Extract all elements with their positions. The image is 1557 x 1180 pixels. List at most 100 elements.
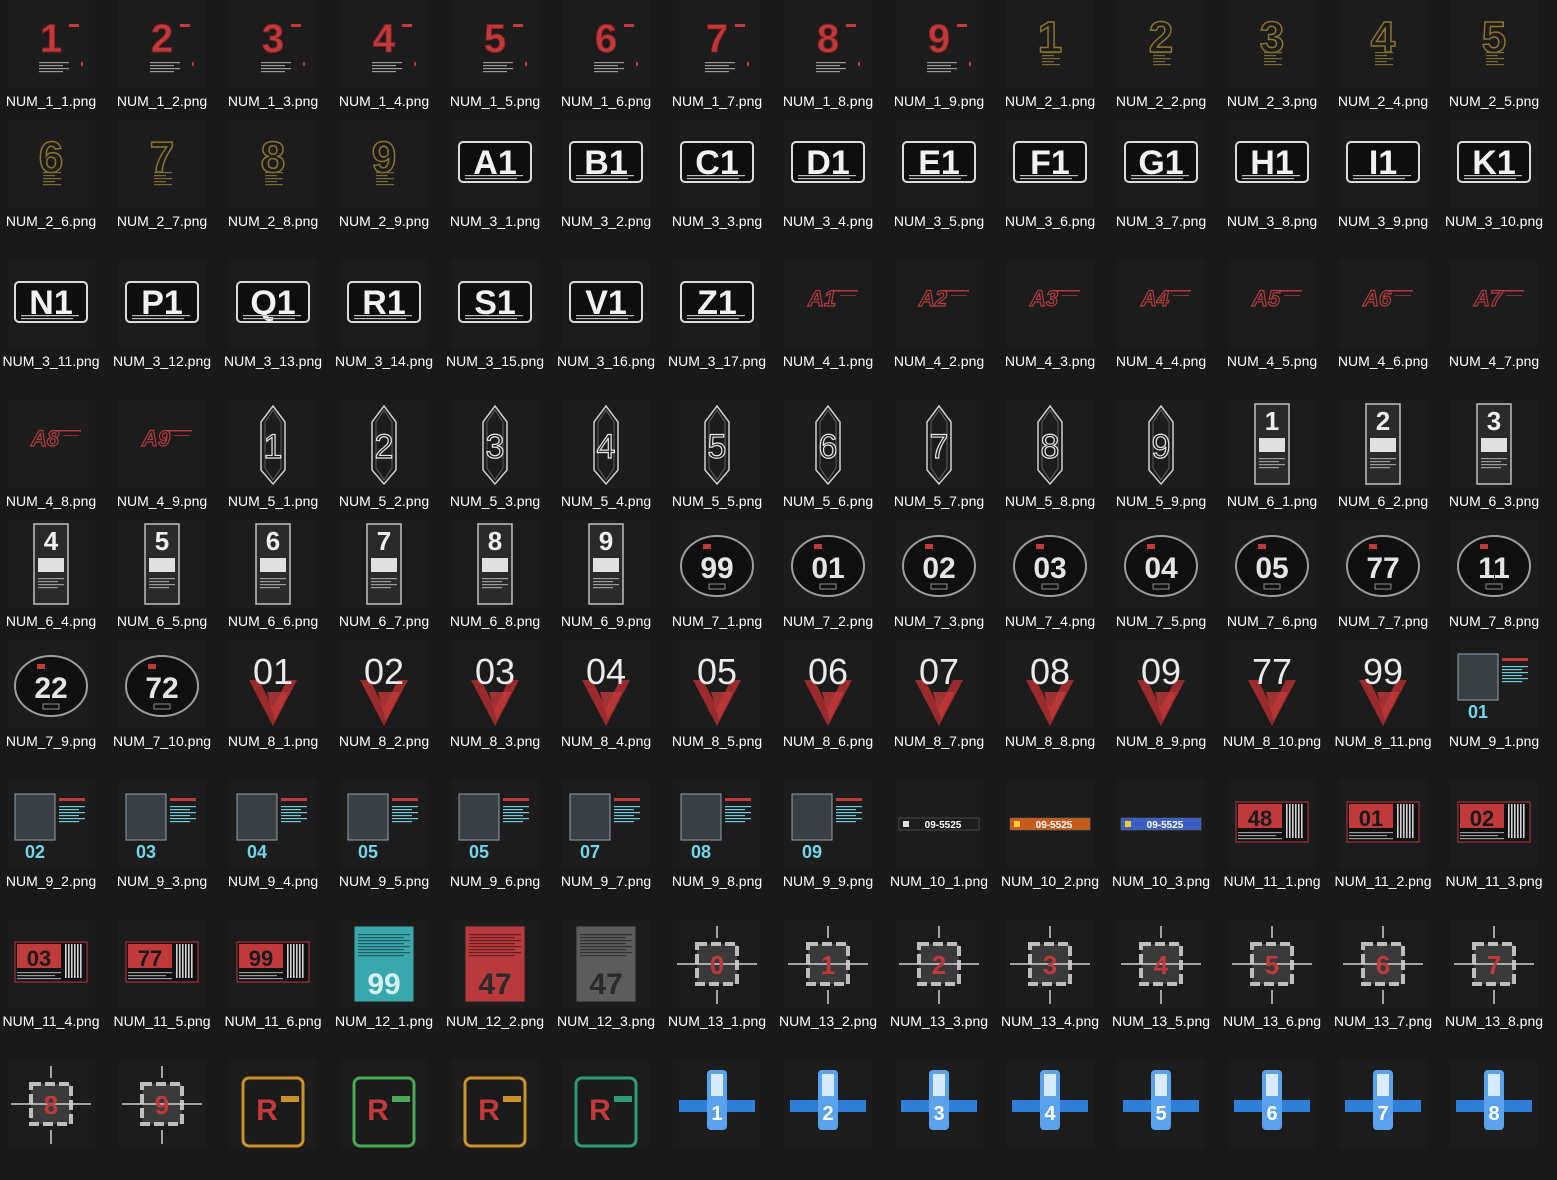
file-name-label[interactable]: NUM_5_7.png <box>888 492 990 510</box>
file-thumbnail[interactable]: 1 <box>1006 0 1094 88</box>
file-tile[interactable]: 03 NUM_7_4.png <box>999 520 1110 640</box>
file-tile[interactable]: 8 NUM_2_8.png <box>222 120 333 240</box>
file-name-label[interactable]: NUM_2_1.png <box>999 92 1101 110</box>
file-tile[interactable]: R <box>222 1060 333 1180</box>
file-tile[interactable]: 7 NUM_5_7.png <box>888 400 999 520</box>
file-thumbnail[interactable]: 6 <box>1339 920 1427 1008</box>
file-thumbnail[interactable]: 2 <box>895 920 983 1008</box>
file-tile[interactable]: 6 NUM_6_6.png <box>222 520 333 640</box>
file-tile[interactable]: 3 NUM_6_3.png <box>1443 400 1554 520</box>
file-name-label[interactable]: NUM_3_8.png <box>1221 212 1323 230</box>
file-name-label[interactable]: NUM_8_7.png <box>888 732 990 750</box>
file-thumbnail[interactable]: 09-5525 <box>1117 780 1205 868</box>
file-tile[interactable]: R <box>555 1060 666 1180</box>
file-tile[interactable]: 01 NUM_7_2.png <box>777 520 888 640</box>
file-thumbnail[interactable]: 48 <box>1228 780 1316 868</box>
file-thumbnail[interactable]: 11 <box>1450 520 1538 608</box>
file-thumbnail[interactable]: 8 <box>229 120 317 208</box>
file-tile[interactable]: A9 NUM_4_9.png <box>111 400 222 520</box>
file-tile[interactable]: 9 NUM_5_9.png <box>1110 400 1221 520</box>
file-tile[interactable]: 4 <box>999 1060 1110 1180</box>
file-name-label[interactable]: NUM_9_6.png <box>444 872 546 890</box>
file-tile[interactable]: 4 NUM_1_4.png <box>333 0 444 120</box>
file-name-label[interactable]: NUM_12_3.png <box>555 1012 657 1030</box>
file-thumbnail[interactable]: 1 <box>7 0 95 88</box>
file-tile[interactable]: 01 NUM_8_1.png <box>222 640 333 760</box>
file-tile[interactable]: 07 NUM_9_7.png <box>555 780 666 900</box>
file-tile[interactable]: 22 NUM_7_9.png <box>0 640 111 760</box>
file-name-label[interactable]: NUM_4_7.png <box>1443 352 1545 370</box>
file-tile[interactable]: A4 NUM_4_4.png <box>1110 260 1221 380</box>
file-tile[interactable]: 6 <box>1221 1060 1332 1180</box>
file-name-label[interactable]: NUM_6_2.png <box>1332 492 1434 510</box>
file-tile[interactable]: 2 NUM_6_2.png <box>1332 400 1443 520</box>
file-name-label[interactable]: NUM_2_5.png <box>1443 92 1545 110</box>
file-name-label[interactable]: NUM_7_6.png <box>1221 612 1323 630</box>
file-thumbnail[interactable]: 9 <box>562 520 650 608</box>
file-name-label[interactable]: NUM_3_7.png <box>1110 212 1212 230</box>
file-tile[interactable]: G1 NUM_3_7.png <box>1110 120 1221 240</box>
file-thumbnail[interactable]: 8 <box>1006 400 1094 488</box>
file-name-label[interactable]: NUM_7_1.png <box>666 612 768 630</box>
file-tile[interactable]: 05 NUM_9_5.png <box>333 780 444 900</box>
file-tile[interactable]: B1 NUM_3_2.png <box>555 120 666 240</box>
file-name-label[interactable]: NUM_7_8.png <box>1443 612 1545 630</box>
file-tile[interactable]: 0 NUM_13_1.png <box>666 920 777 1040</box>
file-thumbnail[interactable]: 72 <box>118 640 206 728</box>
file-thumbnail[interactable]: 4 <box>340 0 428 88</box>
file-tile[interactable]: 02 NUM_9_2.png <box>0 780 111 900</box>
file-name-label[interactable]: NUM_7_4.png <box>999 612 1101 630</box>
file-tile[interactable]: V1 NUM_3_16.png <box>555 260 666 380</box>
file-tile[interactable]: F1 NUM_3_6.png <box>999 120 1110 240</box>
file-tile[interactable]: 02 NUM_7_3.png <box>888 520 999 640</box>
file-thumbnail[interactable]: 07 <box>895 640 983 728</box>
file-thumbnail[interactable]: 5 <box>451 0 539 88</box>
file-name-label[interactable]: NUM_8_3.png <box>444 732 546 750</box>
file-tile[interactable]: 7 NUM_13_8.png <box>1443 920 1554 1040</box>
file-tile[interactable]: 02 NUM_8_2.png <box>333 640 444 760</box>
file-tile[interactable]: 3 NUM_1_3.png <box>222 0 333 120</box>
file-name-label[interactable]: NUM_6_7.png <box>333 612 435 630</box>
file-thumbnail[interactable]: 01 <box>1339 780 1427 868</box>
file-thumbnail[interactable]: 04 <box>229 780 317 868</box>
file-tile[interactable]: 77 NUM_11_5.png <box>111 920 222 1040</box>
file-thumbnail[interactable]: 06 <box>784 640 872 728</box>
file-name-label[interactable]: NUM_9_1.png <box>1443 732 1545 750</box>
file-thumbnail[interactable]: 7 <box>340 520 428 608</box>
file-thumbnail[interactable]: 77 <box>1339 520 1427 608</box>
file-thumbnail[interactable]: D1 <box>784 120 872 208</box>
file-tile[interactable]: 99 NUM_12_1.png <box>333 920 444 1040</box>
file-name-label[interactable]: NUM_5_2.png <box>333 492 435 510</box>
file-thumbnail[interactable]: 3 <box>1450 400 1538 488</box>
file-thumbnail[interactable]: 99 <box>673 520 761 608</box>
file-tile[interactable]: 47 NUM_12_3.png <box>555 920 666 1040</box>
file-thumbnail[interactable]: 5 <box>1117 1060 1205 1148</box>
file-tile[interactable]: 6 NUM_5_6.png <box>777 400 888 520</box>
file-tile[interactable]: 09-5525 NUM_10_1.png <box>888 780 999 900</box>
file-tile[interactable]: A8 NUM_4_8.png <box>0 400 111 520</box>
file-tile[interactable]: 7 NUM_2_7.png <box>111 120 222 240</box>
file-thumbnail[interactable]: R <box>562 1060 650 1148</box>
file-thumbnail[interactable]: E1 <box>895 120 983 208</box>
file-thumbnail[interactable]: 2 <box>1117 0 1205 88</box>
file-tile[interactable]: 04 NUM_7_5.png <box>1110 520 1221 640</box>
file-name-label[interactable]: NUM_7_3.png <box>888 612 990 630</box>
file-thumbnail[interactable]: 4 <box>1006 1060 1094 1148</box>
file-name-label[interactable]: NUM_9_7.png <box>555 872 657 890</box>
file-thumbnail[interactable]: R <box>229 1060 317 1148</box>
file-name-label[interactable]: NUM_7_2.png <box>777 612 879 630</box>
file-thumbnail[interactable]: 99 <box>229 920 317 1008</box>
file-thumbnail[interactable]: 47 <box>451 920 539 1008</box>
file-thumbnail[interactable]: A4 <box>1117 260 1205 348</box>
file-name-label[interactable]: NUM_3_17.png <box>666 352 768 370</box>
file-thumbnail[interactable]: 8 <box>7 1060 95 1148</box>
file-name-label[interactable]: NUM_6_4.png <box>0 612 102 630</box>
file-thumbnail[interactable]: 5 <box>118 520 206 608</box>
file-thumbnail[interactable]: 03 <box>451 640 539 728</box>
file-name-label[interactable]: NUM_9_4.png <box>222 872 324 890</box>
file-tile[interactable]: 04 NUM_8_4.png <box>555 640 666 760</box>
file-name-label[interactable]: NUM_6_9.png <box>555 612 657 630</box>
file-tile[interactable]: A7 NUM_4_7.png <box>1443 260 1554 380</box>
file-tile[interactable]: 03 NUM_8_3.png <box>444 640 555 760</box>
file-thumbnail[interactable]: A1 <box>451 120 539 208</box>
